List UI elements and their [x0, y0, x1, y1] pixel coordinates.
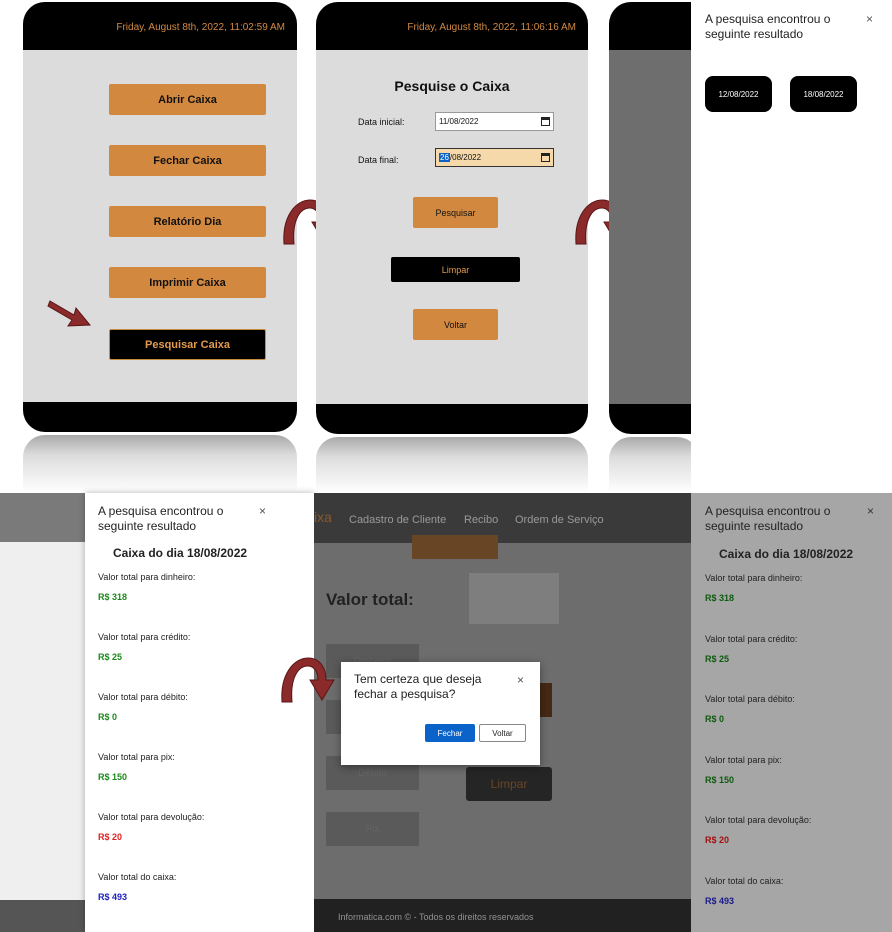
summary-row-label: Valor total para devolução:: [98, 812, 205, 822]
summary-title: A pesquisa encontrou o seguinte resultad…: [98, 504, 224, 533]
summary-row-label: Valor total para devolução:: [705, 815, 812, 826]
summary-row-value: R$ 0: [98, 712, 118, 722]
composite-screenshot: Friday, August 8th, 2022, 11:02:59 AM Ab…: [0, 0, 892, 932]
summary-row-label: Valor total para dinheiro:: [98, 572, 196, 582]
result-date-button[interactable]: 12/08/2022: [705, 76, 772, 112]
summary-row-value: R$ 150: [705, 774, 735, 785]
summary-row-label: Valor total do caixa:: [98, 872, 177, 882]
summary-panel: A pesquisa encontrou o seguinte resultad…: [85, 493, 314, 932]
phone-partial: [609, 2, 699, 434]
summary-row-label: Valor total para crédito:: [98, 632, 191, 642]
confirm-close-button[interactable]: Fechar: [425, 724, 475, 742]
close-icon[interactable]: ×: [517, 673, 524, 687]
result-date-button[interactable]: 18/08/2022: [790, 76, 857, 112]
summary-row-value: R$ 493: [705, 896, 735, 906]
daily-report-button[interactable]: Relatório Dia: [109, 206, 266, 237]
start-date-input[interactable]: 11/08/2022: [435, 112, 554, 131]
search-cash-button[interactable]: Pesquisar Caixa: [109, 329, 266, 360]
summary-row-value: R$ 20: [705, 835, 730, 846]
summary-row-value: R$ 318: [98, 592, 128, 602]
close-icon[interactable]: ×: [259, 504, 266, 518]
end-date-input[interactable]: 26/08/2022: [435, 148, 554, 167]
summary-row-value: R$ 493: [98, 892, 128, 902]
phone-search: Friday, August 8th, 2022, 11:06:16 AM Pe…: [316, 2, 588, 434]
summary-row-label: Valor total do caixa:: [705, 876, 784, 886]
end-date-rest: /08/2022: [449, 153, 482, 162]
summary-row-value: R$ 25: [98, 652, 123, 662]
cancel-back-button[interactable]: Voltar: [479, 724, 526, 742]
print-cash-button[interactable]: Imprimir Caixa: [109, 267, 266, 298]
summary-panel-dimmed: A pesquisa encontrou o seguinte resultad…: [691, 493, 892, 932]
confirm-modal: Tem certeza que deseja fechar a pesquisa…: [341, 662, 540, 765]
summary-heading: Caixa do dia 18/08/2022: [719, 547, 854, 561]
summary-row-value: R$ 20: [98, 832, 123, 842]
start-date-value: 11/08/2022: [439, 117, 479, 126]
summary-row-value: R$ 318: [705, 593, 735, 603]
search-button[interactable]: Pesquisar: [413, 197, 498, 228]
summary-row-label: Valor total para débito:: [705, 694, 795, 705]
phone-partial-screen: [609, 50, 699, 404]
summary-row-label: Valor total para pix:: [705, 754, 782, 765]
clock-text: Friday, August 8th, 2022, 11:02:59 AM: [116, 22, 285, 33]
summary-row-label: Valor total para débito:: [98, 692, 188, 702]
background-strip: [0, 493, 85, 932]
phone-reflection: [23, 435, 297, 493]
summary-title: A pesquisa encontrou o seguinte resultad…: [705, 504, 831, 533]
summary-row-value: R$ 0: [705, 714, 725, 725]
back-button[interactable]: Voltar: [413, 309, 498, 340]
results-title: A pesquisa encontrou o seguinte resultad…: [705, 12, 831, 41]
phone-reflection: [609, 437, 699, 493]
close-icon[interactable]: ×: [867, 504, 874, 518]
calendar-icon[interactable]: [541, 153, 550, 162]
summary-heading: Caixa do dia 18/08/2022: [113, 546, 248, 560]
open-cash-button[interactable]: Abrir Caixa: [109, 84, 266, 115]
results-panel: A pesquisa encontrou o seguinte resultad…: [691, 0, 892, 493]
summary-row-value: R$ 25: [705, 653, 730, 664]
phone-search-screen: Pesquise o Caixa Data inicial: 11/08/202…: [316, 50, 588, 404]
curved-arrow-icon: [281, 657, 335, 703]
start-date-label: Data inicial:: [358, 117, 405, 127]
clear-button[interactable]: Limpar: [391, 257, 520, 282]
phone-menu-screen: Abrir Caixa Fechar Caixa Relatório Dia I…: [23, 50, 297, 402]
summary-row-label: Valor total para dinheiro:: [705, 573, 803, 583]
background-strip-bottom: [0, 900, 85, 932]
summary-row-label: Valor total para pix:: [98, 752, 175, 762]
end-date-label: Data final:: [358, 155, 399, 165]
search-title: Pesquise o Caixa: [394, 78, 510, 94]
calendar-icon[interactable]: [541, 117, 550, 126]
phone-reflection: [316, 437, 588, 493]
summary-row-label: Valor total para crédito:: [705, 633, 798, 644]
close-icon[interactable]: ×: [866, 12, 873, 26]
background-strip-top: [0, 493, 85, 542]
pointer-arrow-icon: [47, 300, 92, 327]
end-date-day-selected: 26: [439, 153, 450, 162]
modal-text: Tem certeza que deseja fechar a pesquisa…: [354, 672, 482, 701]
summary-row-value: R$ 150: [98, 772, 128, 782]
phone-menu: Friday, August 8th, 2022, 11:02:59 AM Ab…: [23, 2, 297, 432]
clock-text: Friday, August 8th, 2022, 11:06:16 AM: [407, 22, 576, 33]
close-cash-button[interactable]: Fechar Caixa: [109, 145, 266, 176]
